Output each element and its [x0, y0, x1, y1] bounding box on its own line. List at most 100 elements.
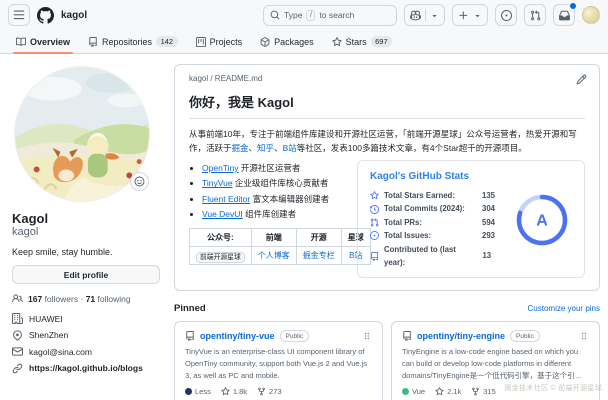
tab-projects[interactable]: Projects — [188, 30, 251, 53]
profile-avatar[interactable] — [15, 67, 149, 201]
profile-main: kagol / README.md 你好，我是 Kagol 从事前端10年，专注… — [174, 64, 600, 400]
list-item: Vue DevUI 组件库创建者 — [202, 207, 347, 222]
set-status-button[interactable] — [130, 172, 149, 191]
stars-count-badge: 697 — [371, 36, 393, 47]
grabber-icon[interactable] — [579, 331, 589, 341]
star-icon — [370, 191, 379, 200]
juejin-link[interactable]: 掘金 — [232, 143, 249, 153]
pinned-repo-card-tiny-vue: opentiny/tiny-vue Public TinyVue is an e… — [174, 321, 383, 400]
vue-devui-link[interactable]: Vue DevUI — [202, 209, 243, 219]
rank-grade: A — [536, 213, 548, 230]
edit-profile-button[interactable]: Edit profile — [12, 265, 160, 284]
personal-blog-link[interactable]: 个人博客 — [258, 251, 290, 260]
avatar-illustration — [15, 67, 149, 201]
repo-stars[interactable]: 2.1k — [435, 387, 461, 396]
stats-title: Kagol's GitHub Stats — [370, 171, 506, 182]
hamburger-menu-button[interactable] — [8, 4, 30, 26]
profile-name: Kagol — [12, 211, 160, 226]
readme-left-column: OpenTiny 开源社区运营者 TinyVue 企业级组件库核心贡献者 Flu… — [189, 160, 347, 265]
juejin-column-link[interactable]: 掘金专栏 — [303, 251, 335, 260]
copilot-button[interactable] — [404, 4, 445, 26]
tab-stars[interactable]: Stars 697 — [324, 30, 401, 53]
repositories-count-badge: 142 — [156, 36, 178, 47]
readme-bullet-list: OpenTiny 开源社区运营者 TinyVue 企业级组件库核心贡献者 Flu… — [189, 161, 347, 222]
project-icon — [196, 37, 206, 47]
people-icon — [12, 293, 23, 304]
issue-opened-icon — [370, 231, 379, 240]
issue-opened-icon — [501, 10, 512, 21]
repo-stars[interactable]: 1.8k — [221, 387, 247, 396]
tinyvue-link[interactable]: TinyVue — [202, 178, 233, 188]
visibility-badge: Public — [280, 330, 310, 342]
edit-readme-button[interactable] — [576, 74, 587, 85]
issues-header-button[interactable] — [495, 4, 517, 26]
profile-nav: Overview Repositories 142 Projects Packa… — [0, 30, 608, 54]
list-item: TinyVue 企业级组件库核心贡献者 — [202, 176, 347, 191]
stat-total-prs: Total PRs:594 — [370, 216, 506, 229]
readme-breadcrumb[interactable]: kagol / README.md — [189, 74, 585, 83]
profile-email: kagol@sina.com — [12, 346, 160, 357]
package-icon — [260, 37, 270, 47]
rank-ring: A — [510, 171, 574, 269]
book-icon — [16, 37, 26, 47]
global-search-input[interactable]: Type / to search — [263, 5, 397, 26]
opentiny-link[interactable]: OpenTiny — [202, 163, 239, 173]
stat-total-issues: Total Issues:293 — [370, 229, 506, 242]
language-dot — [185, 388, 192, 395]
profile-readme-card: kagol / README.md 你好，我是 Kagol 从事前端10年，专注… — [174, 64, 600, 291]
profile-login: kagol — [12, 226, 160, 238]
github-stats-card: Kagol's GitHub Stats Total Stars Earned:… — [357, 160, 585, 278]
fork-icon — [257, 387, 266, 396]
pull-requests-header-button[interactable] — [524, 4, 546, 26]
stat-total-stars: Total Stars Earned:135 — [370, 189, 506, 202]
stat-total-commits: Total Commits (2024):304 — [370, 202, 506, 215]
create-new-button[interactable] — [452, 4, 488, 26]
chevron-down-icon — [430, 11, 439, 20]
fork-icon — [471, 387, 480, 396]
search-placeholder-suffix: to search — [319, 10, 354, 20]
tab-packages[interactable]: Packages — [252, 30, 322, 53]
repo-link[interactable]: opentiny/tiny-vue — [200, 331, 275, 341]
repo-icon — [88, 37, 98, 47]
customize-pins-link[interactable]: Customize your pins — [528, 304, 600, 313]
profile-website: https://kagol.github.io/blogs — [12, 363, 160, 374]
header-context-username[interactable]: kagol — [61, 10, 87, 21]
grabber-icon[interactable] — [362, 331, 372, 341]
slash-key-hint: / — [306, 10, 315, 21]
followers-count: 167 — [28, 294, 42, 304]
tab-repositories[interactable]: Repositories 142 — [80, 30, 186, 53]
zhihu-link[interactable]: 知乎 — [257, 143, 274, 153]
pinned-title: Pinned — [174, 303, 206, 314]
inbox-button[interactable] — [553, 4, 575, 26]
page-content: Kagol kagol Keep smile, stay humble. Edi… — [0, 54, 608, 400]
repo-forks[interactable]: 315 — [471, 387, 496, 396]
github-logo[interactable] — [37, 7, 54, 24]
repo-link[interactable]: opentiny/tiny-engine — [417, 331, 505, 341]
unread-notification-dot — [569, 2, 577, 10]
dot-separator: · — [80, 294, 83, 304]
tab-overview[interactable]: Overview — [8, 30, 78, 53]
wechat-account-badge: 前端开源星球 — [196, 252, 245, 263]
user-avatar-small[interactable] — [582, 6, 600, 24]
repo-icon — [402, 331, 412, 341]
repo-description: TinyEngine is a low-code engine based on… — [402, 346, 589, 381]
repo-forks[interactable]: 273 — [257, 387, 282, 396]
button-divider — [425, 9, 426, 21]
pencil-icon — [576, 74, 587, 85]
chevron-down-icon — [473, 11, 482, 20]
inbox-icon — [559, 10, 570, 21]
copilot-icon — [410, 10, 421, 21]
following-count: 71 — [86, 294, 95, 304]
profile-company: HUAWEI — [12, 313, 160, 324]
organization-icon — [12, 313, 23, 324]
repo-language: Vue — [402, 387, 425, 396]
smiley-icon — [134, 176, 145, 187]
followers-line[interactable]: 167 followers · 71 following — [12, 293, 160, 304]
readme-links-table: 公众号: 前端 开源 星球 前端开源星球 个人博客 掘金专栏 B站 — [189, 228, 371, 265]
profile-sidebar: Kagol kagol Keep smile, stay humble. Edi… — [8, 64, 160, 400]
fluent-editor-link[interactable]: Fluent Editor — [202, 194, 250, 204]
profile-location: ShenZhen — [12, 330, 160, 341]
watermark-text: 掘金技术社区 © 前端开源星球 — [504, 383, 602, 393]
mail-icon — [12, 346, 23, 357]
bilibili-link[interactable]: B站 — [283, 143, 297, 153]
